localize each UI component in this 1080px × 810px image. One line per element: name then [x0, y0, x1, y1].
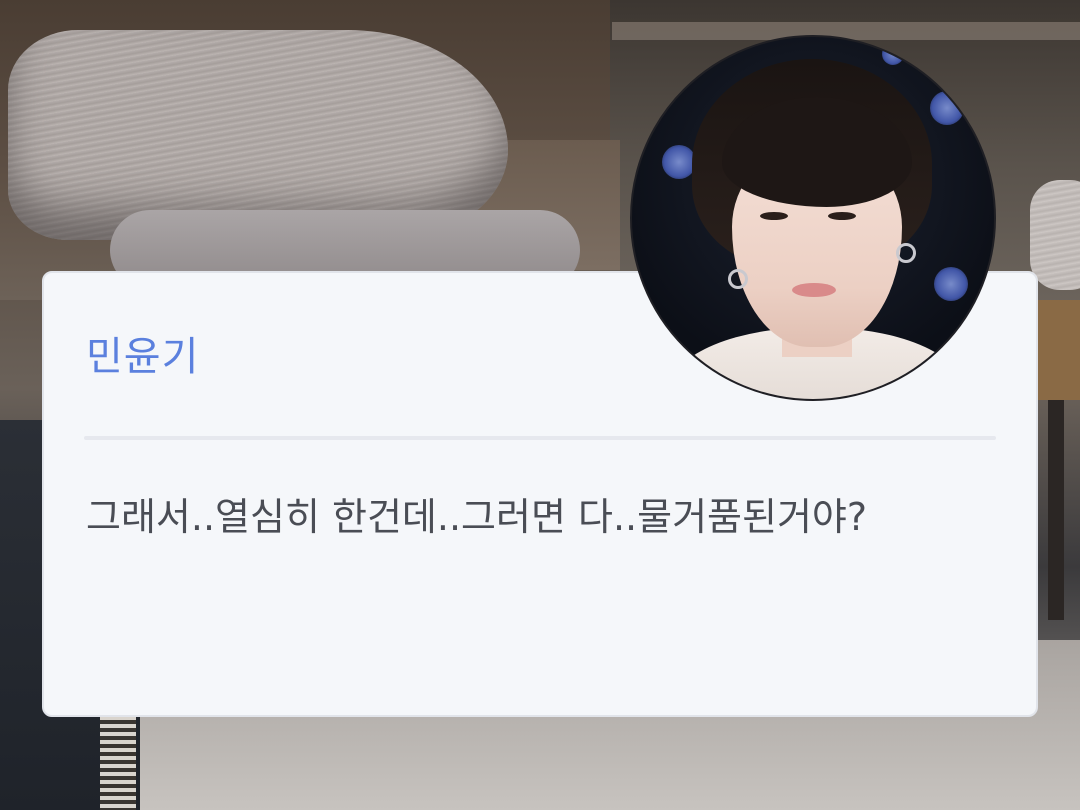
background-table-leg — [1048, 400, 1064, 620]
avatar-earring — [728, 269, 748, 289]
divider — [84, 436, 996, 440]
avatar-bokeh-light — [662, 145, 696, 179]
background-stool — [1030, 180, 1080, 290]
avatar-earring — [896, 243, 916, 263]
dialog-message: 그래서..열심히 한건데..그러면 다..물거품된거야? — [86, 495, 868, 539]
avatar-bokeh-light — [934, 267, 968, 301]
avatar-bokeh-light — [930, 91, 964, 125]
speaker-name: 민윤기 — [86, 334, 200, 380]
background-side-table — [1036, 300, 1080, 400]
avatar-lips — [792, 283, 836, 297]
character-avatar — [630, 35, 996, 401]
avatar-bokeh-light — [882, 43, 904, 65]
avatar-eye-left — [760, 212, 788, 220]
background-armchair-back — [8, 30, 508, 240]
background-rug-fringe — [100, 716, 136, 810]
avatar-eye-right — [828, 212, 856, 220]
